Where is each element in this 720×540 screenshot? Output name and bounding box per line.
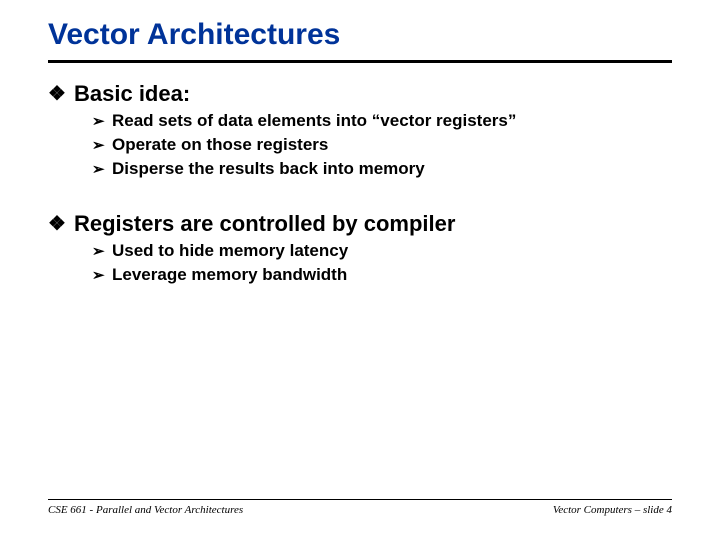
diamond-bullet-icon: ❖: [48, 211, 74, 237]
footer-left: CSE 661 - Parallel and Vector Architectu…: [48, 504, 243, 516]
lvl2-text: Used to hide memory latency: [112, 241, 348, 261]
lvl2-text: Read sets of data elements into “vector …: [112, 111, 516, 131]
bullet-lvl1: ❖ Basic idea:: [48, 81, 672, 107]
slide-content: ❖ Basic idea: ➢ Read sets of data elemen…: [48, 81, 672, 287]
bullet-lvl2: ➢ Read sets of data elements into “vecto…: [92, 111, 672, 133]
diamond-bullet-icon: ❖: [48, 81, 74, 107]
slide-title: Vector Architectures: [48, 18, 672, 63]
bullet-lvl2: ➢ Leverage memory bandwidth: [92, 265, 672, 287]
lvl1-text: Registers are controlled by compiler: [74, 211, 455, 237]
arrow-bullet-icon: ➢: [92, 265, 112, 287]
slide: Vector Architectures ❖ Basic idea: ➢ Rea…: [0, 0, 720, 540]
lvl2-text: Operate on those registers: [112, 135, 328, 155]
arrow-bullet-icon: ➢: [92, 159, 112, 181]
bullet-lvl2: ➢ Disperse the results back into memory: [92, 159, 672, 181]
bullet-lvl1: ❖ Registers are controlled by compiler: [48, 211, 672, 237]
arrow-bullet-icon: ➢: [92, 135, 112, 157]
arrow-bullet-icon: ➢: [92, 111, 112, 133]
lvl1-text: Basic idea:: [74, 81, 190, 107]
slide-footer: CSE 661 - Parallel and Vector Architectu…: [48, 499, 672, 516]
bullet-lvl2: ➢ Used to hide memory latency: [92, 241, 672, 263]
footer-right: Vector Computers – slide 4: [553, 504, 672, 516]
lvl2-text: Leverage memory bandwidth: [112, 265, 347, 285]
lvl2-text: Disperse the results back into memory: [112, 159, 425, 179]
arrow-bullet-icon: ➢: [92, 241, 112, 263]
bullet-lvl2: ➢ Operate on those registers: [92, 135, 672, 157]
